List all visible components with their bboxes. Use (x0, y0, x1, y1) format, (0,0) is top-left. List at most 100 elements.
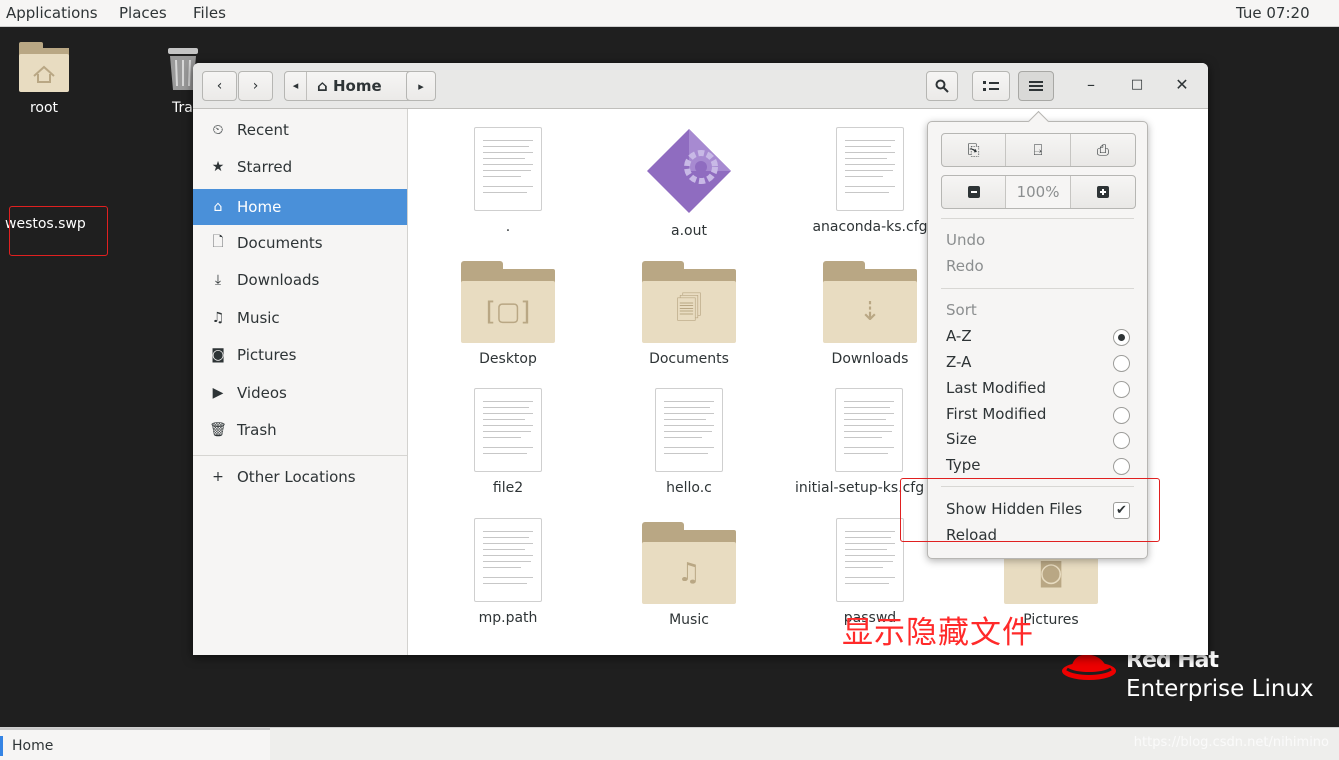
sidebar-item-music[interactable]: ♫ Music (193, 300, 407, 336)
sidebar-item-recent[interactable]: ⏲ Recent (193, 112, 407, 148)
zoom-out-button[interactable] (942, 176, 1007, 208)
path-scroll-left-icon[interactable]: ◂ (285, 72, 307, 100)
forward-button[interactable]: › (238, 71, 273, 101)
hamburger-menu-icon (1029, 81, 1043, 91)
file-name: a.out (671, 223, 707, 239)
downloads-folder-glyph-icon: ⇣ (823, 281, 917, 343)
folder-icon: ♫ (642, 522, 736, 604)
undo-item[interactable]: Undo (946, 231, 985, 249)
file-name: anaconda-ks.cfg (812, 219, 928, 235)
file-item[interactable]: a.out (609, 127, 769, 239)
sort-a-z[interactable]: A-Z (946, 327, 972, 345)
places-sidebar: ⏲ Recent ★ Starred ⌂ Home 🗋 Documents ⤓ Downl… (193, 109, 408, 655)
home-icon: ⌂ (213, 199, 223, 215)
text-file-icon (474, 127, 542, 211)
sidebar-item-home[interactable]: ⌂ Home (193, 189, 407, 225)
folder-icon: ⇣ (823, 261, 917, 343)
sort-last-modified[interactable]: Last Modified (946, 379, 1046, 397)
sidebar-item-trash[interactable]: 🗑 Trash (193, 412, 407, 448)
camera-icon: ◙ (211, 347, 225, 363)
redo-item[interactable]: Redo (946, 257, 984, 275)
new-folder-button[interactable]: ⎘ (942, 134, 1007, 166)
executable-gear-icon (647, 129, 731, 213)
folder-item[interactable]: [▢] Desktop (428, 261, 588, 367)
folder-icon: [▢] (461, 261, 555, 343)
watermark: https://blog.csdn.net/nihimino (1133, 735, 1329, 750)
sidebar-item-starred[interactable]: ★ Starred (193, 149, 407, 185)
maximize-button[interactable]: □ (1127, 77, 1147, 92)
home-icon: ⌂ (317, 77, 328, 95)
places-menu[interactable]: Places (119, 4, 167, 22)
zoom-in-button[interactable] (1071, 176, 1135, 208)
clock[interactable]: Tue 07:20 (1236, 4, 1310, 22)
view-toggle-button[interactable] (972, 71, 1010, 101)
video-icon: ▶ (212, 385, 224, 401)
menu-button[interactable] (1018, 71, 1054, 101)
file-item[interactable]: mp.path (428, 518, 588, 626)
file-name: Desktop (479, 351, 537, 367)
taskbar-item-home[interactable]: Home (0, 728, 270, 760)
file-item[interactable]: file2 (428, 388, 588, 496)
sidebar-item-downloads[interactable]: ⤓ Downloads (193, 262, 407, 298)
sort-z-a-radio[interactable] (1113, 355, 1130, 372)
path-home-button[interactable]: ⌂ Home (307, 77, 382, 95)
star-icon: ★ (211, 159, 225, 175)
sort-size[interactable]: Size (946, 430, 977, 448)
music-folder-glyph-icon: ♫ (642, 542, 736, 604)
zoom-level[interactable]: 100% (1006, 176, 1071, 208)
path-home-label: Home (332, 77, 382, 95)
file-item[interactable]: . (428, 127, 588, 235)
sidebar-item-label: Other Locations (237, 468, 356, 486)
sidebar-divider (193, 455, 407, 456)
sort-type[interactable]: Type (946, 456, 980, 474)
new-tab-button[interactable]: ⎙ (1071, 134, 1135, 166)
sort-z-a[interactable]: Z-A (946, 353, 971, 371)
folder-icon: 🗐 (642, 261, 736, 343)
back-button[interactable]: ‹ (202, 71, 237, 101)
file-item[interactable]: anaconda-ks.cfg (790, 127, 950, 235)
minimize-button[interactable]: – (1081, 75, 1101, 94)
file-item[interactable]: hello.c (609, 388, 769, 496)
sidebar-item-other-locations[interactable]: + Other Locations (193, 459, 407, 495)
text-file-icon (474, 388, 542, 472)
sidebar-item-videos[interactable]: ▶ Videos (193, 375, 407, 411)
sidebar-item-label: Pictures (237, 346, 297, 364)
sort-first-modified[interactable]: First Modified (946, 405, 1046, 423)
text-file-icon (835, 388, 903, 472)
sort-a-z-radio[interactable] (1113, 329, 1130, 346)
path-scroll-right-button[interactable]: ▸ (406, 71, 436, 101)
desktop-icon-label: root (29, 100, 59, 116)
sort-size-radio[interactable] (1113, 432, 1130, 449)
forward-icon: › (252, 78, 259, 94)
folder-item[interactable]: ♫ Music (609, 522, 769, 628)
sort-type-radio[interactable] (1113, 458, 1130, 475)
file-actions-group: ⎘ ⍈ ⎙ (941, 133, 1136, 167)
sort-first-modified-radio[interactable] (1113, 407, 1130, 424)
sort-last-modified-radio[interactable] (1113, 381, 1130, 398)
music-note-icon: ♫ (211, 310, 225, 326)
documents-folder-glyph-icon: 🗐 (642, 281, 736, 343)
applications-menu[interactable]: Applications (6, 4, 98, 22)
highlight-box-show-hidden (900, 478, 1160, 542)
file-name: . (505, 219, 511, 235)
desktop-icon-root[interactable]: root (8, 40, 80, 116)
menu-divider (941, 288, 1134, 289)
back-icon: ‹ (216, 78, 223, 94)
close-button[interactable]: ✕ (1172, 75, 1192, 94)
redhat-logo-icon (1062, 654, 1116, 680)
taskbar-item-label: Home (12, 738, 54, 754)
sidebar-item-documents[interactable]: 🗋 Documents (193, 225, 407, 261)
file-name: Documents (649, 351, 729, 367)
sidebar-item-label: Videos (237, 384, 287, 402)
folder-item[interactable]: ⇣ Downloads (790, 261, 950, 367)
search-button[interactable] (926, 71, 958, 101)
search-icon (935, 79, 949, 93)
download-icon: ⤓ (214, 272, 222, 288)
text-file-icon (655, 388, 723, 472)
sidebar-item-pictures[interactable]: ◙ Pictures (193, 337, 407, 373)
files-menu[interactable]: Files (193, 4, 226, 22)
desktop-folder-glyph-icon: [▢] (461, 281, 555, 343)
zoom-group: 100% (941, 175, 1136, 209)
folder-item[interactable]: 🗐 Documents (609, 261, 769, 367)
bookmark-button[interactable]: ⍈ (1006, 134, 1071, 166)
